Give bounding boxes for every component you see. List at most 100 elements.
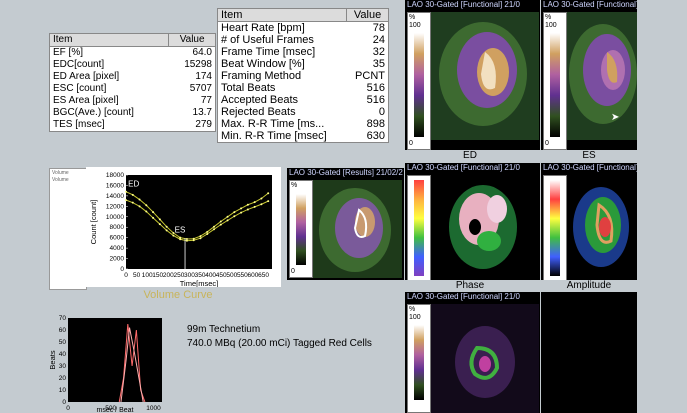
phase-image-panel[interactable]: LAO 30-Gated [Functional] 21/0 (405, 163, 540, 280)
x-tick-label: 300 (184, 272, 195, 279)
empty-panel[interactable] (541, 292, 637, 413)
column-header-value[interactable]: Value (168, 34, 215, 47)
table-row[interactable]: Heart Rate [bpm] 78 (218, 22, 388, 35)
table-row[interactable]: Min. R-R Time [msec] 630 (218, 130, 388, 142)
table-row[interactable]: BGC(Ave.) [count] 13.7 (50, 107, 215, 119)
table-row[interactable]: TES [msec] 279 (50, 119, 215, 131)
y-tick-label: 4000 (110, 245, 125, 252)
row-item: Min. R-R Time [msec] (221, 130, 327, 142)
row-item: Frame Time [msec] (221, 46, 316, 58)
volume-data-point (226, 215, 229, 218)
lao-results-panel[interactable]: LAO 30-Gated [Results] 21/02/2 % 0 (287, 168, 404, 280)
table-row[interactable]: ED Area [pixel] 174 (50, 71, 215, 83)
table-row[interactable]: EDC[count] 15298 (50, 59, 215, 71)
row-item: Beat Window [%] (221, 58, 305, 70)
table-row[interactable]: Accepted Beats 516 (218, 94, 388, 106)
y-tick-label: 18000 (106, 172, 124, 179)
volume-curve-chart[interactable]: 0 2000 4000 6000 8000 10000 12000 14000 16000 180… (86, 167, 281, 287)
x-tick-label: 650 (258, 272, 269, 279)
volume-data-point (240, 211, 243, 214)
row-value: 516 (366, 94, 385, 106)
rr-histogram-chart[interactable]: 0102030405060700 500 1000Beatsmsec / Beat (46, 312, 166, 413)
color-scale: % 100 0 (407, 12, 431, 150)
volume-data-point (246, 208, 249, 211)
y-tick-label: 10000 (106, 214, 124, 221)
legend-item[interactable]: Volume (50, 169, 86, 177)
plot-area (68, 318, 162, 402)
volume-data-point (131, 193, 134, 196)
summary-table: Item Value EF [%] 64.0 EDC[count] 15298 ED A… (49, 33, 216, 132)
x-tick-label: 500 (226, 272, 237, 279)
row-item: # of Useful Frames (221, 34, 314, 46)
row-value: 174 (195, 71, 212, 82)
y-axis-label: Beats (48, 350, 57, 369)
column-header-item[interactable]: Item (50, 34, 169, 47)
volume-data-point (158, 223, 161, 226)
color-scale (543, 175, 567, 280)
volume-data-point (165, 229, 168, 232)
isotope-dose: 740.0 MBq (20.00 mCi) Tagged Red Cells (187, 338, 372, 349)
table-row[interactable]: Total Beats 516 (218, 82, 388, 94)
y-tick-label: 20 (59, 375, 67, 382)
table-row[interactable]: Framing Method PCNT (218, 70, 388, 82)
amplitude-scan-image (563, 175, 637, 279)
volume-data-point (185, 237, 188, 240)
table-row[interactable]: ESC [count] 5707 (50, 83, 215, 95)
isotope-name: 99m Technetium (187, 324, 261, 335)
y-tick-label: 60 (59, 327, 67, 334)
volume-data-point (267, 200, 270, 203)
y-tick-label: 12000 (106, 203, 124, 210)
x-tick-label: 450 (216, 272, 227, 279)
table-row[interactable]: Max. R-R Time [ms... 898 (218, 118, 388, 130)
row-item: Max. R-R Time [ms... (221, 118, 325, 130)
row-value: 15298 (184, 59, 212, 70)
x-tick-label: 0 (124, 272, 128, 279)
x-tick-label: 100 (142, 272, 153, 279)
volume-data-point (219, 220, 222, 223)
y-tick-label: 40 (59, 351, 67, 358)
table-row[interactable]: EF [%] 64.0 (50, 47, 215, 60)
legend-item[interactable]: Volume (50, 177, 86, 183)
color-scale (407, 175, 431, 280)
table-row[interactable]: Frame Time [msec] 32 (218, 46, 388, 58)
volume-data-point (152, 216, 155, 219)
table-row[interactable]: ES Area [pixel] 77 (50, 95, 215, 107)
row-value: 24 (372, 34, 385, 46)
row-item: Rejected Beats (221, 106, 296, 118)
bottom-image-panel[interactable]: LAO 30-Gated [Functional] 21/0 % 100 (405, 292, 540, 413)
volume-data-point (233, 215, 236, 218)
y-tick-label: 50 (59, 339, 67, 346)
volume-data-point (240, 207, 243, 210)
volume-data-point (213, 228, 216, 231)
row-value: 32 (372, 46, 385, 58)
column-header-value[interactable]: Value (346, 9, 388, 22)
volume-data-point (125, 199, 127, 202)
color-scale: % 100 (407, 304, 431, 413)
amplitude-image-panel[interactable]: LAO 30-Gated [Functional] 21/0 (541, 163, 637, 280)
volume-data-point (213, 225, 216, 228)
bottom-scan-image (427, 304, 539, 413)
es-image-panel[interactable]: LAO 30-Gated [Functional] 21/0 % 100 0 ➤ (541, 0, 637, 150)
volume-data-point (125, 190, 127, 193)
panel-title: LAO 30-Gated [Functional] 21/0 (543, 0, 637, 9)
row-item: Accepted Beats (221, 94, 299, 106)
ed-marker-label: ED (128, 179, 139, 188)
volume-data-point (145, 210, 148, 213)
table-row[interactable]: Rejected Beats 0 (218, 106, 388, 118)
table-row[interactable]: # of Useful Frames 24 (218, 34, 388, 46)
panel-title: LAO 30-Gated [Functional] 21/0 (407, 0, 520, 9)
volume-data-point (233, 211, 236, 214)
x-tick-label: 550 (237, 272, 248, 279)
y-tick-label: 6000 (110, 235, 125, 242)
volume-data-point (267, 192, 270, 195)
y-tick-label: 16000 (106, 182, 124, 189)
row-item: ES Area [pixel] (53, 95, 119, 106)
x-tick-label: 150 (152, 272, 163, 279)
volume-data-point (172, 234, 175, 237)
plot-area (126, 175, 272, 269)
volume-data-point (145, 204, 148, 207)
table-row[interactable]: Beat Window [%] 35 (218, 58, 388, 70)
y-tick-label: 10 (59, 387, 67, 394)
column-header-item[interactable]: Item (218, 9, 347, 22)
ed-image-panel[interactable]: LAO 30-Gated [Functional] 21/0 % 100 0 (405, 0, 540, 150)
